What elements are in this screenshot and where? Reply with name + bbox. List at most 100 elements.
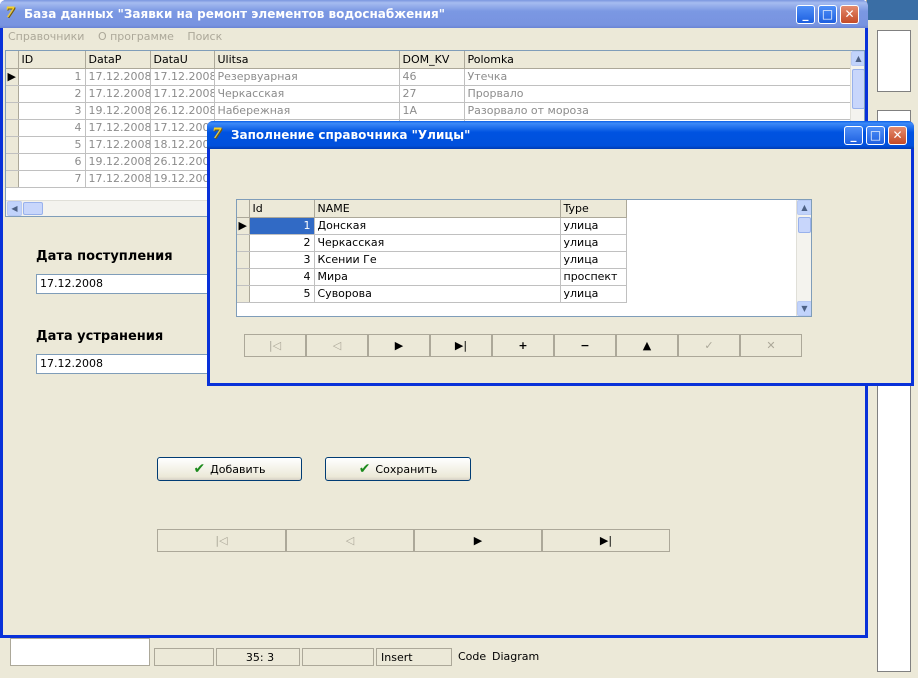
streets-window-titlebar[interactable]: 7 Заполнение справочника "Улицы" _ □ ✕ xyxy=(207,121,914,149)
scroll-up-icon[interactable]: ▲ xyxy=(851,51,864,66)
scroll-up-icon[interactable]: ▲ xyxy=(797,200,811,215)
table-row[interactable]: 2 Черкасская улица xyxy=(237,234,627,252)
nav-next-button[interactable]: ▶ xyxy=(414,529,542,552)
date-received-field[interactable]: 17.12.2008 xyxy=(36,274,211,294)
table-cell[interactable]: улица xyxy=(560,234,627,252)
table-row[interactable]: 3 Ксении Ге улица xyxy=(237,251,627,269)
table-cell[interactable]: 17.12.2008 xyxy=(85,119,151,137)
table-cell[interactable]: 1 xyxy=(249,217,315,235)
nav-insert-button[interactable]: + xyxy=(492,334,554,357)
row-indicator[interactable] xyxy=(6,136,19,154)
table-cell[interactable]: 26.12.2008 xyxy=(150,153,215,171)
close-button[interactable]: ✕ xyxy=(888,126,907,145)
table-cell[interactable]: 17.12.2008 xyxy=(85,68,151,86)
table-cell[interactable]: 1 xyxy=(18,68,86,86)
maximize-button[interactable]: □ xyxy=(818,5,837,24)
table-cell[interactable]: 2 xyxy=(249,234,315,252)
table-cell[interactable]: Черкасская xyxy=(314,234,561,252)
scroll-thumb[interactable] xyxy=(798,217,811,233)
col-header-name[interactable]: NAME xyxy=(314,200,561,218)
table-cell[interactable]: 17.12.2008 xyxy=(85,85,151,103)
row-indicator[interactable] xyxy=(6,153,19,171)
table-row[interactable]: 5 Суворова улица xyxy=(237,285,627,303)
table-cell[interactable]: проспект xyxy=(560,268,627,286)
table-cell[interactable]: 17.12.2008 xyxy=(150,85,215,103)
table-cell[interactable]: 17.12.2008 xyxy=(150,68,215,86)
table-cell[interactable]: Черкасская xyxy=(214,85,400,103)
table-cell[interactable]: Прорвало xyxy=(464,85,852,103)
col-header-ulitsa[interactable]: Ulitsa xyxy=(214,51,400,69)
nav-cancel-button[interactable]: ✕ xyxy=(740,334,802,357)
row-indicator[interactable] xyxy=(6,85,19,103)
table-cell[interactable]: 4 xyxy=(18,119,86,137)
table-cell[interactable]: 19.12.2008 xyxy=(150,170,215,188)
nav-last-button[interactable]: ▶| xyxy=(542,529,670,552)
row-indicator[interactable] xyxy=(237,251,250,269)
row-indicator[interactable] xyxy=(6,119,19,137)
table-cell[interactable]: 27 xyxy=(399,85,465,103)
col-header-dom-kv[interactable]: DOM_KV xyxy=(399,51,465,69)
table-cell[interactable]: Разорвало от мороза xyxy=(464,102,852,120)
table-row[interactable]: 3 19.12.2008 26.12.2008 Набережная 1А Разорва… xyxy=(6,102,852,120)
minimize-button[interactable]: _ xyxy=(796,5,815,24)
table-cell[interactable]: 5 xyxy=(249,285,315,303)
menu-search[interactable]: Поиск xyxy=(182,28,227,43)
table-row[interactable]: ▶ 1 Донская улица xyxy=(237,217,627,235)
table-cell[interactable]: улица xyxy=(560,251,627,269)
table-cell[interactable]: 3 xyxy=(18,102,86,120)
table-cell[interactable]: Донская xyxy=(314,217,561,235)
menu-about[interactable]: О программе xyxy=(93,28,179,43)
row-indicator[interactable] xyxy=(237,234,250,252)
col-header-polomka[interactable]: Polomka xyxy=(464,51,852,69)
table-row[interactable]: 2 17.12.2008 17.12.2008 Черкасская 27 Прорвал… xyxy=(6,85,852,103)
current-row-indicator-icon[interactable]: ▶ xyxy=(6,68,19,86)
table-cell[interactable]: улица xyxy=(560,217,627,235)
main-window-titlebar[interactable]: 7 База данных "Заявки на ремонт элементо… xyxy=(0,0,868,28)
nav-prior-button[interactable]: ◁ xyxy=(286,529,414,552)
table-cell[interactable]: 19.12.2008 xyxy=(85,153,151,171)
row-indicator[interactable] xyxy=(237,268,250,286)
col-header-id[interactable]: ID xyxy=(18,51,86,69)
nav-delete-button[interactable]: − xyxy=(554,334,616,357)
row-indicator[interactable] xyxy=(6,102,19,120)
nav-first-button[interactable]: |◁ xyxy=(157,529,286,552)
table-cell[interactable]: Набережная xyxy=(214,102,400,120)
table-row[interactable]: 4 Мира проспект xyxy=(237,268,627,286)
close-button[interactable]: ✕ xyxy=(840,5,859,24)
table-cell[interactable]: 17.12.2008 xyxy=(85,136,151,154)
table-cell[interactable]: 18.12.2008 xyxy=(150,136,215,154)
table-cell[interactable]: 26.12.2008 xyxy=(150,102,215,120)
col-header-type[interactable]: Type xyxy=(560,200,627,218)
col-header-datau[interactable]: DataU xyxy=(150,51,215,69)
current-row-indicator-icon[interactable]: ▶ xyxy=(237,217,250,235)
table-cell[interactable]: 7 xyxy=(18,170,86,188)
hscroll-thumb[interactable] xyxy=(23,202,43,215)
scroll-left-icon[interactable]: ◀ xyxy=(7,201,22,216)
table-cell[interactable]: Суворова xyxy=(314,285,561,303)
tab-code[interactable]: Code xyxy=(458,650,486,663)
nav-post-button[interactable]: ✓ xyxy=(678,334,740,357)
table-cell[interactable]: Ксении Ге xyxy=(314,251,561,269)
date-fixed-field[interactable]: 17.12.2008 xyxy=(36,354,211,374)
vertical-scrollbar[interactable]: ▲ ▼ xyxy=(796,200,811,316)
save-button[interactable]: ✔ Сохранить xyxy=(325,457,471,481)
row-indicator[interactable] xyxy=(237,285,250,303)
minimize-button[interactable]: _ xyxy=(844,126,863,145)
table-cell[interactable]: Утечка xyxy=(464,68,852,86)
maximize-button[interactable]: □ xyxy=(866,126,885,145)
table-cell[interactable]: 2 xyxy=(18,85,86,103)
nav-first-button[interactable]: |◁ xyxy=(244,334,306,357)
nav-next-button[interactable]: ▶ xyxy=(368,334,430,357)
table-cell[interactable]: 3 xyxy=(249,251,315,269)
table-cell[interactable]: 19.12.2008 xyxy=(85,102,151,120)
table-cell[interactable]: 4 xyxy=(249,268,315,286)
nav-last-button[interactable]: ▶| xyxy=(430,334,492,357)
table-cell[interactable]: Резервуарная xyxy=(214,68,400,86)
add-button[interactable]: ✔ Добавить xyxy=(157,457,302,481)
nav-prior-button[interactable]: ◁ xyxy=(306,334,368,357)
table-cell[interactable]: 17.12.2008 xyxy=(85,170,151,188)
table-cell[interactable]: 5 xyxy=(18,136,86,154)
table-cell[interactable]: 6 xyxy=(18,153,86,171)
table-cell[interactable]: Мира xyxy=(314,268,561,286)
streets-grid[interactable]: Id NAME Type ▶ 1 Донская улица 2 Черкасская ул… xyxy=(236,199,812,317)
